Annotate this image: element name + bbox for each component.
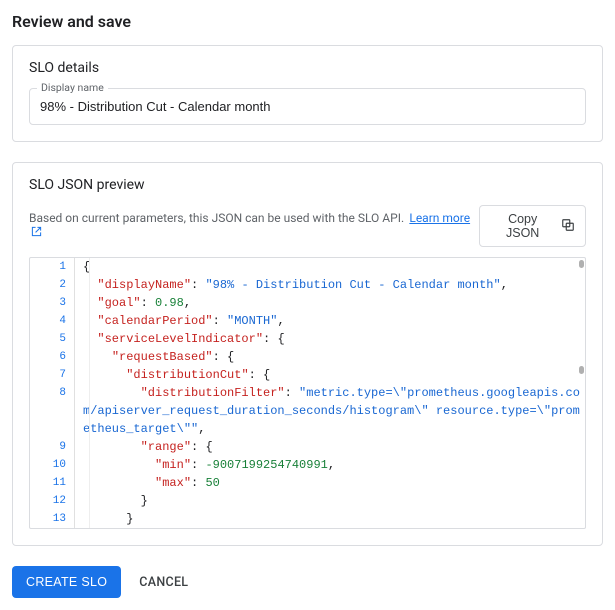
copy-json-label: Copy JSON: [490, 212, 555, 240]
slo-details-title: SLO details: [29, 60, 586, 76]
code-line: 8 "distributionFilter": "metric.type=\"p…: [30, 384, 585, 438]
display-name-label: Display name: [37, 81, 108, 94]
footer-actions: CREATE SLO CANCEL: [12, 566, 603, 598]
code-line: 5 "serviceLevelIndicator": {: [30, 330, 585, 348]
cancel-button[interactable]: CANCEL: [139, 575, 188, 590]
json-preview-card: SLO JSON preview Based on current parame…: [12, 162, 603, 546]
json-preview-helper: Based on current parameters, this JSON c…: [29, 211, 404, 225]
code-line: 7 "distributionCut": {: [30, 366, 585, 384]
code-line: 13 }: [30, 510, 585, 528]
code-line: 3 "goal": 0.98,: [30, 294, 585, 312]
code-line: 1{: [30, 258, 585, 276]
create-slo-button[interactable]: CREATE SLO: [12, 566, 121, 598]
code-line: 9 "range": {: [30, 438, 585, 456]
copy-icon: [561, 218, 575, 235]
json-preview-title: SLO JSON preview: [29, 177, 586, 193]
code-line: 11 "max": 50: [30, 474, 585, 492]
code-line: 4 "calendarPeriod": "MONTH",: [30, 312, 585, 330]
external-link-icon: [31, 226, 42, 241]
slo-details-card: SLO details Display name: [12, 45, 603, 142]
display-name-field: Display name: [29, 88, 586, 125]
page-title: Review and save: [12, 12, 603, 31]
code-line: 6 "requestBased": {: [30, 348, 585, 366]
learn-more-link[interactable]: Learn more: [409, 211, 470, 225]
json-code-preview: 1{2 "displayName": "98% - Distribution C…: [29, 257, 586, 529]
code-line: 2 "displayName": "98% - Distribution Cut…: [30, 276, 585, 294]
code-line: 12 }: [30, 492, 585, 510]
code-line: 10 "min": -9007199254740991,: [30, 456, 585, 474]
copy-json-button[interactable]: Copy JSON: [479, 205, 586, 247]
display-name-input[interactable]: [29, 88, 586, 125]
